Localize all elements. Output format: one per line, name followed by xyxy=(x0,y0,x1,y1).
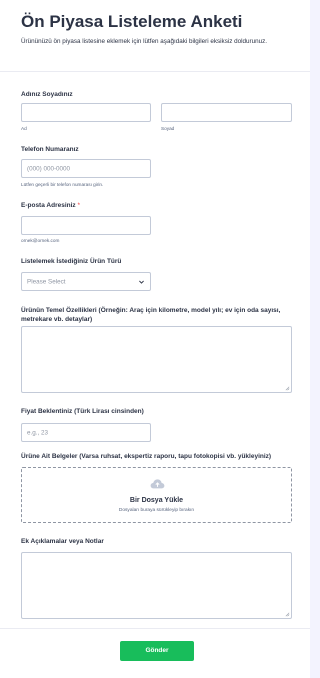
resize-handle-icon[interactable] xyxy=(285,612,290,617)
email-label: E-posta Adresiniz * xyxy=(21,202,80,209)
required-mark: * xyxy=(77,202,81,209)
phone-input[interactable]: (000) 000-0000 xyxy=(21,159,151,178)
name-label: Adınız Soyadınız xyxy=(21,91,73,98)
last-name-input[interactable] xyxy=(161,103,292,122)
upload-hint: Dosyaları buraya sürükleyip bırakın xyxy=(118,508,195,513)
email-input[interactable] xyxy=(21,216,151,235)
features-textarea[interactable] xyxy=(21,326,292,393)
notes-label: Ek Açıklamalar veya Notlar xyxy=(21,538,104,545)
price-input[interactable]: e.g., 23 xyxy=(21,423,151,442)
price-label: Fiyat Beklentiniz (Türk Lirası cinsinden… xyxy=(21,408,144,415)
page-subtitle: Ürününüzü ön piyasa listesine eklemek iç… xyxy=(21,38,268,45)
form-card: Ön Piyasa Listeleme Anketi Ürününüzü ön … xyxy=(0,0,310,678)
file-upload-dropzone[interactable]: Bir Dosya Yükle Dosyaları buraya sürükle… xyxy=(21,467,292,523)
phone-label: Telefon Numaranız xyxy=(21,146,79,153)
upload-title: Bir Dosya Yükle xyxy=(129,497,184,504)
chevron-down-icon xyxy=(139,280,144,284)
header-divider xyxy=(0,71,310,72)
features-label: Ürünün Temel Özellikleri (Örneğin: Araç … xyxy=(21,307,281,323)
first-name-input[interactable] xyxy=(21,103,151,122)
phone-hint: Lütfen geçerli bir telefon numarası giri… xyxy=(21,182,104,187)
footer-divider xyxy=(0,628,310,629)
page-title: Ön Piyasa Listeleme Anketi xyxy=(21,12,243,31)
phone-placeholder: (000) 000-0000 xyxy=(27,165,71,172)
notes-textarea[interactable] xyxy=(21,552,292,619)
form-header: Ön Piyasa Listeleme Anketi Ürününüzü ön … xyxy=(21,12,301,46)
cloud-upload-icon xyxy=(150,479,165,489)
last-name-sublabel: Soyad xyxy=(161,126,175,131)
submit-button[interactable]: Gönder xyxy=(120,641,194,661)
product-type-label: Listelemek İstediğiniz Ürün Türü xyxy=(21,258,122,265)
price-placeholder: e.g., 23 xyxy=(27,429,49,436)
documents-label: Ürüne Ait Belgeler (Varsa ruhsat, eksper… xyxy=(21,453,272,460)
email-hint: ornek@ornek.com xyxy=(21,238,60,243)
product-type-select[interactable]: Please Select xyxy=(21,272,151,291)
email-label-text: E-posta Adresiniz xyxy=(21,202,76,209)
first-name-sublabel: Ad xyxy=(21,126,27,131)
resize-handle-icon[interactable] xyxy=(285,386,290,391)
product-type-selected: Please Select xyxy=(27,278,66,285)
